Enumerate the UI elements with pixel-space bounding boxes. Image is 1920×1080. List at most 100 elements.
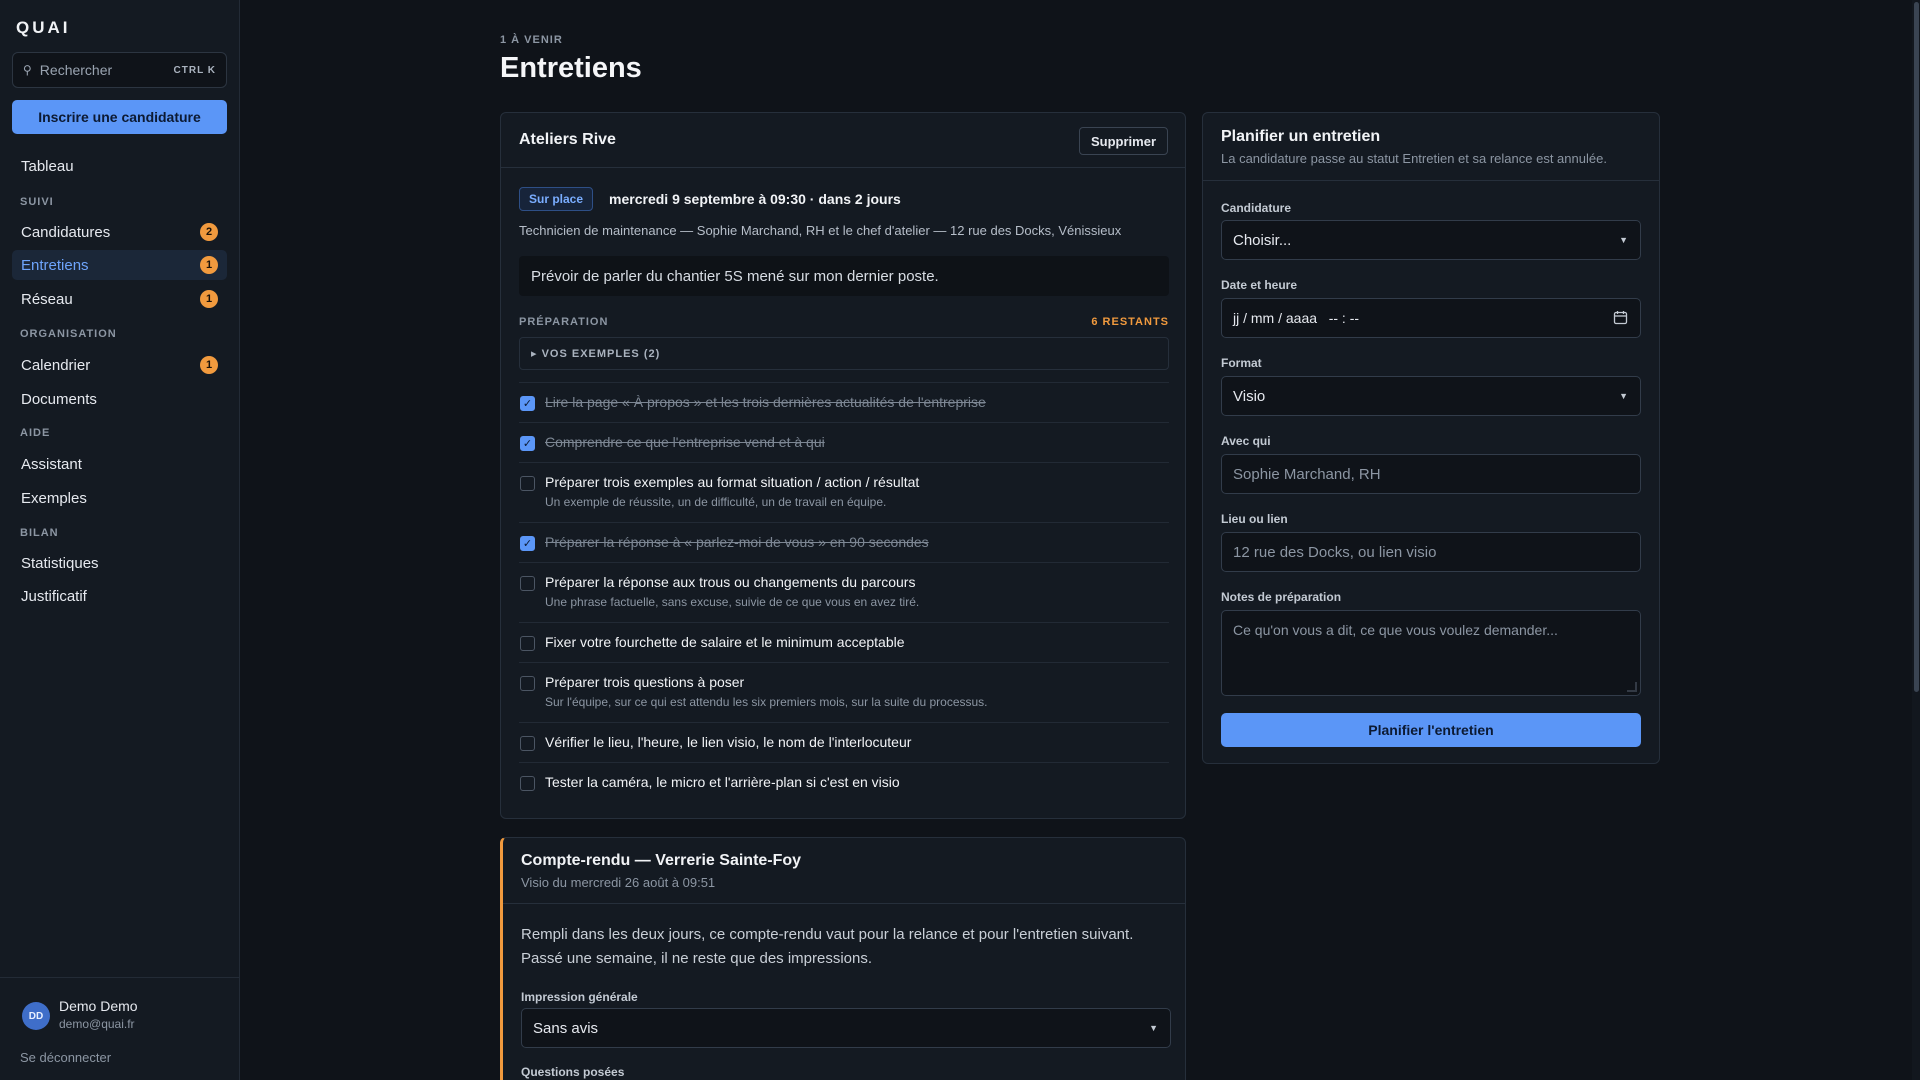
- task-checkbox[interactable]: [520, 576, 535, 591]
- format-label: Format: [1221, 356, 1262, 370]
- nav-section-suivi: SUIVI: [20, 196, 54, 208]
- task-item[interactable]: Préparer la réponse aux trous ou changem…: [519, 562, 1169, 622]
- task-title: Fixer votre fourchette de salaire et le …: [545, 634, 905, 650]
- task-item[interactable]: ✓ Comprendre ce que l'entreprise vend et…: [519, 422, 1169, 462]
- task-item[interactable]: Préparer trois questions à poser Sur l'é…: [519, 662, 1169, 722]
- sidebar-item-statistiques[interactable]: Statistiques: [12, 548, 227, 578]
- count-badge: 1: [200, 290, 218, 308]
- datetime-input[interactable]: jj / mm / aaaa -- : --: [1221, 298, 1641, 338]
- sidebar-item-exemples[interactable]: Exemples: [12, 483, 227, 513]
- sidebar-item-calendrier[interactable]: Calendrier 1: [12, 350, 227, 380]
- search-icon: ⚲: [23, 63, 32, 77]
- task-checkbox[interactable]: [520, 476, 535, 491]
- sidebar-item-label: Statistiques: [21, 554, 99, 572]
- nav-section-aide: AIDE: [20, 427, 51, 439]
- delete-button[interactable]: Supprimer: [1078, 127, 1168, 155]
- candidature-select[interactable]: Choisir... ▼: [1221, 220, 1641, 260]
- sidebar-item-entretiens[interactable]: Entretiens 1: [12, 250, 227, 280]
- with-placeholder: Sophie Marchand, RH: [1233, 465, 1381, 483]
- notes-textarea[interactable]: Ce qu'on vous a dit, ce que vous voulez …: [1221, 610, 1641, 696]
- sidebar: QUAI ⚲ Rechercher CTRL K Inscrire une ca…: [0, 0, 240, 1080]
- place-label: Lieu ou lien: [1221, 512, 1288, 526]
- task-checkbox[interactable]: [520, 636, 535, 651]
- preparation-header: PRÉPARATION 6 RESTANTS: [519, 316, 1169, 328]
- task-checkbox[interactable]: ✓: [520, 396, 535, 411]
- task-item[interactable]: Vérifier le lieu, l'heure, le lien visio…: [519, 722, 1169, 762]
- datetime-label: Date et heure: [1221, 278, 1298, 292]
- logout-link[interactable]: Se déconnecter: [20, 1050, 111, 1065]
- sidebar-item-reseau[interactable]: Réseau 1: [12, 284, 227, 314]
- interview-note: Prévoir de parler du chantier 5S mené su…: [519, 256, 1169, 296]
- notes-placeholder: Ce qu'on vous a dit, ce que vous voulez …: [1233, 622, 1558, 638]
- candidature-label: Candidature: [1221, 201, 1292, 215]
- sidebar-item-assistant[interactable]: Assistant: [12, 449, 227, 479]
- task-checkbox[interactable]: [520, 676, 535, 691]
- sidebar-item-label: Exemples: [21, 489, 87, 507]
- task-checkbox[interactable]: ✓: [520, 536, 535, 551]
- sidebar-item-documents[interactable]: Documents: [12, 384, 227, 414]
- sidebar-item-candidatures[interactable]: Candidatures 2: [12, 217, 227, 247]
- nav-section-organisation: ORGANISATION: [20, 328, 117, 340]
- interview-card-header: Ateliers Rive Supprimer: [501, 113, 1185, 168]
- place-placeholder: 12 rue des Docks, ou lien visio: [1233, 543, 1437, 561]
- task-hint: Un exemple de réussite, un de difficulté…: [545, 495, 887, 509]
- task-checkbox[interactable]: ✓: [520, 436, 535, 451]
- planner-card: Planifier un entretien La candidature pa…: [1202, 112, 1660, 764]
- task-title: Vérifier le lieu, l'heure, le lien visio…: [545, 734, 912, 750]
- task-title: Préparer trois exemples au format situat…: [545, 474, 920, 490]
- page-title: Entretiens: [500, 52, 642, 84]
- app-logo[interactable]: QUAI: [16, 18, 71, 38]
- task-title: Préparer la réponse aux trous ou changem…: [545, 574, 916, 590]
- add-candidature-button[interactable]: Inscrire une candidature: [12, 100, 227, 134]
- page-scrollbar[interactable]: [1912, 0, 1920, 1080]
- task-title: Comprendre ce que l'entreprise vend et à…: [545, 434, 825, 450]
- sidebar-item-label: Réseau: [21, 290, 73, 308]
- search-shortcut: CTRL K: [173, 64, 216, 76]
- with-input[interactable]: Sophie Marchand, RH: [1221, 454, 1641, 494]
- search-input[interactable]: ⚲ Rechercher CTRL K: [12, 52, 227, 88]
- upcoming-count: 1 À VENIR: [500, 34, 563, 46]
- task-title: Préparer la réponse à « parlez-moi de vo…: [545, 534, 929, 550]
- user-name: Demo Demo: [59, 998, 138, 1014]
- task-item[interactable]: ✓ Lire la page « À propos » et les trois…: [519, 382, 1169, 422]
- format-value: Visio: [1233, 387, 1266, 405]
- planner-title: Planifier un entretien: [1221, 128, 1381, 145]
- candidature-value: Choisir...: [1233, 231, 1292, 249]
- company-name: Ateliers Rive: [519, 131, 616, 148]
- caret-down-icon: ▼: [1149, 1023, 1158, 1033]
- search-placeholder: Rechercher: [39, 62, 113, 78]
- scrollbar-thumb[interactable]: [1914, 2, 1919, 692]
- task-checkbox[interactable]: [520, 776, 535, 791]
- impression-select[interactable]: Sans avis ▼: [521, 1008, 1171, 1048]
- report-intro: Rempli dans les deux jours, ce compte-re…: [521, 926, 1134, 967]
- task-hint: Une phrase factuelle, sans excuse, suivi…: [545, 595, 920, 609]
- task-hint: Sur l'équipe, sur ce qui est attendu les…: [545, 695, 988, 709]
- task-checkbox[interactable]: [520, 736, 535, 751]
- task-title: Préparer trois questions à poser: [545, 674, 745, 690]
- impression-value: Sans avis: [533, 1019, 599, 1037]
- sidebar-item-label: Calendrier: [21, 356, 91, 374]
- task-item[interactable]: Fixer votre fourchette de salaire et le …: [519, 622, 1169, 662]
- sidebar-item-justificatif[interactable]: Justificatif: [12, 581, 227, 611]
- interview-details: Technicien de maintenance — Sophie March…: [519, 223, 1122, 238]
- count-badge: 1: [200, 356, 218, 374]
- nav-section-bilan: BILAN: [20, 527, 59, 539]
- user-email: demo@quai.fr: [59, 1017, 135, 1031]
- task-item[interactable]: Tester la caméra, le micro et l'arrière-…: [519, 762, 1169, 802]
- task-item[interactable]: Préparer trois exemples au format situat…: [519, 462, 1169, 522]
- report-card: Compte-rendu — Verrerie Sainte-Foy Visio…: [500, 837, 1186, 1080]
- examples-toggle[interactable]: ▸ VOS EXEMPLES (2): [519, 337, 1169, 370]
- user-divider: [0, 977, 239, 978]
- task-item[interactable]: ✓ Préparer la réponse à « parlez-moi de …: [519, 522, 1169, 562]
- schedule-interview-button[interactable]: Planifier l'entretien: [1221, 713, 1641, 747]
- caret-down-icon: ▼: [1619, 235, 1628, 245]
- resize-handle-icon[interactable]: [1627, 682, 1637, 692]
- planner-header: Planifier un entretien La candidature pa…: [1203, 113, 1659, 181]
- calendar-icon[interactable]: [1613, 310, 1628, 328]
- format-select[interactable]: Visio ▼: [1221, 376, 1641, 416]
- place-input[interactable]: 12 rue des Docks, ou lien visio: [1221, 532, 1641, 572]
- count-badge: 2: [200, 223, 218, 241]
- avatar[interactable]: DD: [22, 1002, 50, 1030]
- preparation-label: PRÉPARATION: [519, 316, 609, 328]
- sidebar-item-tableau[interactable]: Tableau: [12, 151, 227, 181]
